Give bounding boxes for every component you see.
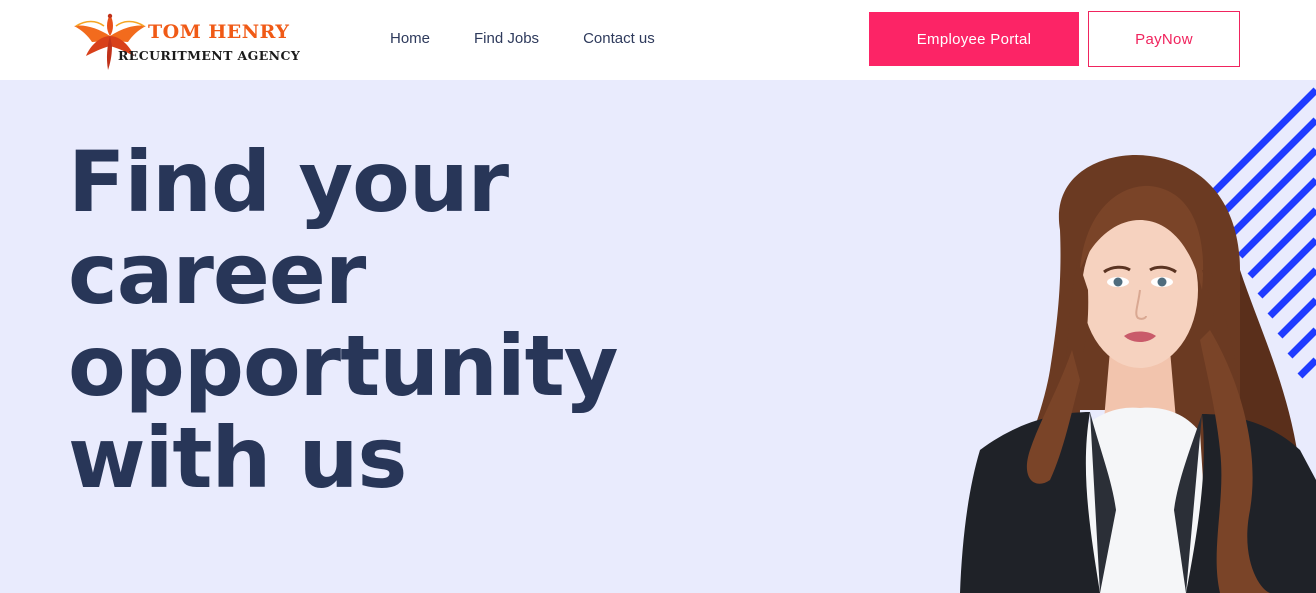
portrait-photo	[960, 154, 1316, 593]
brand-subtitle: RECURITMENT AGENCY	[118, 48, 301, 63]
hero-title-line: Find your	[68, 133, 509, 231]
main-nav: Home Find Jobs Contact us	[390, 30, 699, 47]
employee-portal-button[interactable]: Employee Portal	[869, 12, 1079, 66]
hero-title-line: career	[68, 225, 366, 323]
brand-logo[interactable]: TOM HENRY RECURITMENT AGENCY	[70, 6, 300, 72]
hero-title: Find your career opportunity with us	[68, 136, 628, 504]
pay-now-button[interactable]: PayNow	[1088, 11, 1240, 67]
hero-section: Find your career opportunity with us	[0, 80, 1316, 593]
nav-link-home[interactable]: Home	[390, 30, 430, 47]
hero-title-line: opportunity	[68, 317, 619, 415]
hero-title-line: with us	[68, 409, 407, 507]
nav-link-contact-us[interactable]: Contact us	[583, 30, 655, 47]
nav-link-find-jobs[interactable]: Find Jobs	[474, 30, 539, 47]
brand-name: TOM HENRY	[148, 21, 290, 43]
site-header: TOM HENRY RECURITMENT AGENCY Home Find J…	[0, 0, 1316, 80]
